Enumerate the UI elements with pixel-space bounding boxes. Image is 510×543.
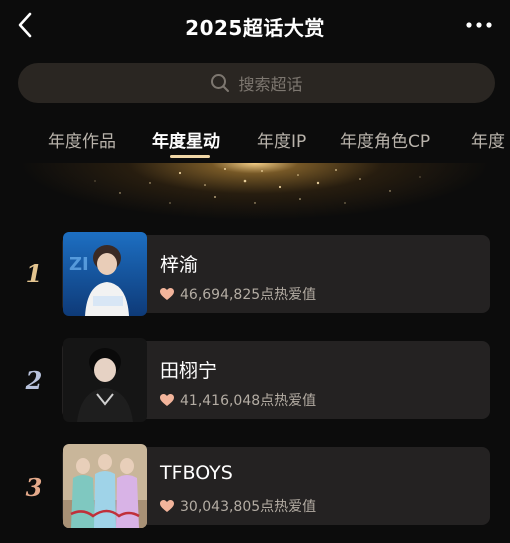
rank-number: 1	[25, 259, 43, 288]
tab-annual-character-cp[interactable]: 年度角色CP	[340, 127, 430, 152]
ranking-card[interactable]: 田栩宁 41,416,048点热爱值	[62, 338, 490, 422]
tab-annual-stars[interactable]: 年度星动	[152, 127, 220, 152]
header-bar: 2025超话大赏	[0, 0, 510, 52]
category-tabs: 年度作品 年度星动 年度IP 年度角色CP 年度	[0, 118, 510, 168]
tab-annual-more[interactable]: 年度	[471, 127, 505, 152]
heat-value-text: 41,416,048点热爱值	[180, 393, 317, 409]
avatar-image	[63, 338, 147, 422]
heat-value: 41,416,048点热爱值	[160, 390, 316, 410]
heart-icon	[160, 393, 174, 406]
more-dots-icon	[466, 22, 492, 28]
heat-value: 46,694,825点热爱值	[160, 284, 316, 304]
heat-value-text: 46,694,825点热爱值	[180, 287, 317, 303]
search-placeholder: 搜索超话	[238, 75, 303, 94]
heat-value-text: 30,043,805点热爱值	[180, 499, 317, 515]
ranking-card[interactable]: TFBOYS 30,043,805点热爱值	[62, 444, 490, 528]
rank-number: 3	[25, 473, 43, 502]
search-icon	[211, 74, 230, 92]
svg-text:ZI: ZI	[69, 254, 89, 275]
more-button[interactable]	[462, 10, 496, 40]
search-input[interactable]: 搜索超话	[18, 63, 495, 103]
tab-annual-works[interactable]: 年度作品	[48, 127, 116, 152]
ranking-row-1: 1 ZI 梓渝 46,694,825点热爱值	[0, 231, 510, 317]
heat-value: 30,043,805点热爱值	[160, 496, 316, 516]
decorative-banner	[0, 163, 510, 225]
ranking-row-2: 2 田栩宁 41,416,048点热爱值	[0, 337, 510, 423]
star-name: 田栩宁	[160, 360, 218, 382]
tab-annual-ip[interactable]: 年度IP	[257, 127, 306, 152]
rank-number: 2	[25, 366, 43, 395]
ranking-card[interactable]: ZI 梓渝 46,694,825点热爱值	[62, 232, 490, 316]
page-title: 2025超话大赏	[185, 16, 325, 40]
avatar-image	[63, 444, 147, 528]
star-name: 梓渝	[160, 254, 199, 276]
sparkle-decoration	[94, 168, 421, 204]
heart-icon	[160, 287, 174, 300]
avatar-image: ZI	[63, 232, 147, 316]
active-tab-indicator	[170, 155, 210, 158]
star-name: TFBOYS	[160, 462, 233, 484]
ranking-row-3: 3 TFBOYS 30,043,805点热爱值	[0, 443, 510, 529]
heart-icon	[160, 499, 174, 512]
